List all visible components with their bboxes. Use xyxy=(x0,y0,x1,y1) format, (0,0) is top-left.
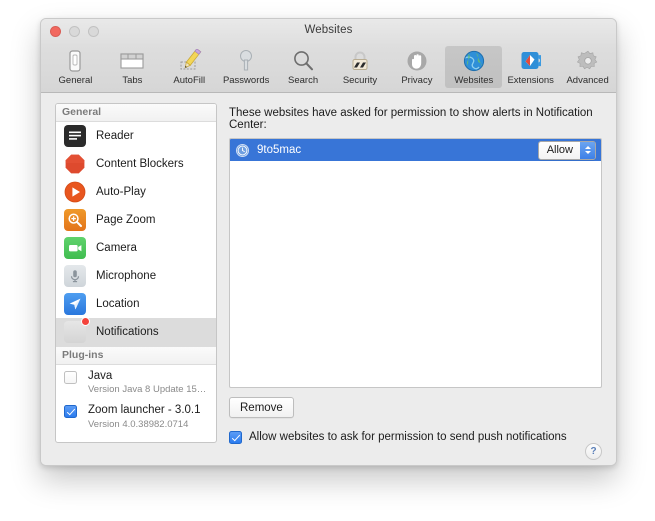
plugin-item-java[interactable]: Java Version Java 8 Update 151 bu… xyxy=(56,365,216,399)
remove-button[interactable]: Remove xyxy=(229,397,294,418)
websites-icon xyxy=(462,48,486,74)
clock-favicon xyxy=(236,143,249,157)
sidebar-group-general: General xyxy=(56,104,216,122)
preferences-toolbar: General Tabs AutoFill Passwords Search S… xyxy=(41,44,616,93)
toolbar-label: Passwords xyxy=(222,75,270,86)
window-titlebar: Websites xyxy=(41,19,616,44)
plugin-version: Version 4.0.38982.0714 xyxy=(88,418,189,430)
notifications-icon xyxy=(64,317,90,343)
toolbar-item-advanced[interactable]: Advanced xyxy=(559,46,616,88)
toolbar-label: Search xyxy=(288,75,319,86)
preferences-body: General Reader Content Blockers Auto-Pla… xyxy=(41,93,616,465)
sidebar-group-plugins: Plug-ins xyxy=(56,346,216,365)
sidebar-item-label: Notifications xyxy=(96,326,159,338)
extensions-icon xyxy=(519,48,543,74)
tabs-icon xyxy=(119,48,145,74)
toolbar-item-tabs[interactable]: Tabs xyxy=(104,46,161,88)
search-icon xyxy=(291,48,315,74)
passwords-icon xyxy=(235,48,257,74)
notification-badge xyxy=(81,317,90,326)
location-icon xyxy=(64,293,86,315)
sidebar-item-label: Location xyxy=(96,298,140,310)
plugin-checkbox[interactable] xyxy=(64,371,77,384)
websites-sidebar: General Reader Content Blockers Auto-Pla… xyxy=(55,103,217,443)
sidebar-item-label: Content Blockers xyxy=(96,158,184,170)
sidebar-item-camera[interactable]: Camera xyxy=(56,234,216,262)
toolbar-label: Security xyxy=(342,75,378,86)
toolbar-item-search[interactable]: Search xyxy=(275,46,332,88)
sidebar-item-microphone[interactable]: Microphone xyxy=(56,262,216,290)
content-blockers-icon xyxy=(64,153,86,175)
sidebar-item-label: Microphone xyxy=(96,270,157,282)
help-button[interactable]: ? xyxy=(585,443,602,460)
pane-description: These websites have asked for permission… xyxy=(229,107,593,131)
plugin-name: Java xyxy=(88,370,113,382)
plugin-text: Zoom launcher - 3.0.1 Version 4.0.38982.… xyxy=(88,403,201,430)
toolbar-item-websites[interactable]: Websites xyxy=(445,46,503,88)
toolbar-item-general[interactable]: General xyxy=(47,46,104,88)
plugin-item-zoom-launcher[interactable]: Zoom launcher - 3.0.1 Version 4.0.38982.… xyxy=(56,399,216,433)
sidebar-item-label: Reader xyxy=(96,130,134,142)
page-zoom-icon xyxy=(64,209,86,231)
toolbar-item-extensions[interactable]: Extensions xyxy=(502,46,559,88)
toolbar-label: Extensions xyxy=(507,75,554,86)
sidebar-item-location[interactable]: Location xyxy=(56,290,216,318)
toolbar-item-privacy[interactable]: Privacy xyxy=(388,46,445,88)
toolbar-label: Advanced xyxy=(566,75,609,86)
preferences-window: Websites General Tabs AutoFill Passwords… xyxy=(40,18,617,466)
toolbar-label: AutoFill xyxy=(173,75,206,86)
toolbar-item-security[interactable]: Security xyxy=(332,46,389,88)
autofill-icon xyxy=(176,48,202,74)
websites-list[interactable]: 9to5mac Allow xyxy=(229,138,602,388)
sidebar-item-label: Auto-Play xyxy=(96,186,146,198)
toolbar-label: General xyxy=(58,75,93,86)
permission-dropdown[interactable]: Allow xyxy=(537,140,596,160)
push-notifications-label: Allow websites to ask for permission to … xyxy=(249,430,567,443)
camera-icon xyxy=(64,237,86,259)
plugin-text: Java Version Java 8 Update 151 bu… xyxy=(88,369,210,396)
sidebar-item-label: Camera xyxy=(96,242,137,254)
sidebar-item-auto-play[interactable]: Auto-Play xyxy=(56,178,216,206)
reader-icon xyxy=(64,125,86,147)
advanced-icon xyxy=(576,48,600,74)
plugin-version: Version Java 8 Update 151 bu… xyxy=(88,384,210,396)
auto-play-icon xyxy=(64,181,86,203)
permission-value: Allow xyxy=(538,141,580,159)
plugin-name: Zoom launcher - 3.0.1 xyxy=(88,404,201,417)
toolbar-label: Websites xyxy=(454,75,494,86)
push-notifications-checkbox[interactable] xyxy=(229,431,242,444)
notifications-pane: These websites have asked for permission… xyxy=(229,103,602,460)
toolbar-label: Privacy xyxy=(401,75,433,86)
sidebar-item-notifications[interactable]: Notifications xyxy=(56,317,216,346)
microphone-icon xyxy=(64,265,86,287)
sidebar-item-reader[interactable]: Reader xyxy=(56,122,216,150)
chevron-updown-icon xyxy=(580,141,595,159)
sidebar-item-content-blockers[interactable]: Content Blockers xyxy=(56,150,216,178)
window-title: Websites xyxy=(304,24,353,36)
security-icon xyxy=(348,48,372,74)
push-notifications-row[interactable]: Allow websites to ask for permission to … xyxy=(229,429,602,444)
toolbar-item-autofill[interactable]: AutoFill xyxy=(161,46,218,88)
site-name: 9to5mac xyxy=(257,144,302,156)
general-icon xyxy=(64,48,86,74)
sidebar-item-page-zoom[interactable]: Page Zoom xyxy=(56,206,216,234)
toolbar-item-passwords[interactable]: Passwords xyxy=(218,46,275,88)
sidebar-item-label: Page Zoom xyxy=(96,214,156,226)
privacy-icon xyxy=(405,48,429,74)
toolbar-label: Tabs xyxy=(122,75,143,86)
plugin-checkbox[interactable] xyxy=(64,405,77,419)
table-row[interactable]: 9to5mac Allow xyxy=(230,139,601,161)
